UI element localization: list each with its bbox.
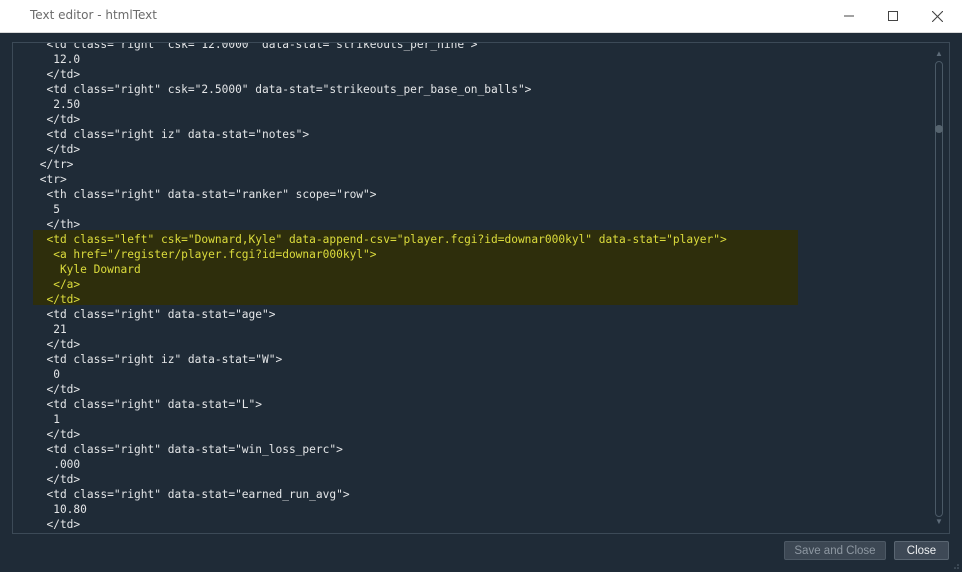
code-line: <td class="right" data-stat="L"> bbox=[33, 398, 263, 411]
code-line: </td> bbox=[33, 143, 81, 156]
code-line: 21 bbox=[33, 323, 67, 336]
scroll-down-arrow-icon[interactable]: ▼ bbox=[934, 517, 944, 527]
code-line: </a> bbox=[33, 278, 81, 291]
code-line: <td class="right" data-stat="earned_run_… bbox=[33, 488, 350, 501]
close-icon bbox=[931, 10, 943, 22]
minimize-button[interactable] bbox=[826, 0, 872, 32]
code-line: <td class="left" csk="Downard,Kyle" data… bbox=[33, 233, 727, 246]
close-window-button[interactable] bbox=[914, 0, 960, 32]
code-line: 12.0 bbox=[33, 53, 81, 66]
code-line: 10.80 bbox=[33, 503, 87, 516]
code-line: 2.50 bbox=[33, 98, 81, 111]
code-lines: <td class="right" csk="12.0000" data-sta… bbox=[33, 42, 727, 532]
resize-grip-icon[interactable] bbox=[950, 560, 960, 570]
code-line: </td> bbox=[33, 473, 81, 486]
close-button[interactable]: Close bbox=[894, 541, 949, 560]
code-line: <th class="right" data-stat="ranker" sco… bbox=[33, 188, 377, 201]
code-line: <a href="/register/player.fcgi?id=downar… bbox=[33, 248, 377, 261]
minimize-icon bbox=[844, 15, 854, 17]
code-line: <td class="right" csk="2.5000" data-stat… bbox=[33, 83, 532, 96]
code-line: <td class="right iz" data-stat="notes"> bbox=[33, 128, 310, 141]
code-line: </td> bbox=[33, 113, 81, 126]
code-line: </td> bbox=[33, 68, 81, 81]
code-line: </td> bbox=[33, 518, 81, 531]
code-line: </td> bbox=[33, 293, 81, 306]
code-line: 0 bbox=[33, 368, 60, 381]
code-line: <tr> bbox=[33, 173, 67, 186]
code-line: </th> bbox=[33, 218, 81, 231]
code-line: .000 bbox=[33, 458, 81, 471]
scrollbar-thumb[interactable] bbox=[935, 125, 943, 133]
maximize-icon bbox=[888, 11, 898, 21]
title-bar[interactable]: Text editor - htmlText bbox=[0, 0, 962, 33]
vertical-scrollbar[interactable]: ▲ ▼ bbox=[932, 49, 946, 527]
code-line: <td class="right" csk="12.0000" data-sta… bbox=[33, 42, 478, 51]
code-line: <td class="right iz" data-stat="W"> bbox=[33, 353, 283, 366]
maximize-button[interactable] bbox=[870, 0, 916, 32]
scroll-up-arrow-icon[interactable]: ▲ bbox=[934, 49, 944, 59]
code-line: <td class="right" data-stat="win_loss_pe… bbox=[33, 443, 343, 456]
code-line: 5 bbox=[33, 203, 60, 216]
code-line: 1 bbox=[33, 413, 60, 426]
text-editor-window: Text editor - htmlText <td class="right"… bbox=[0, 0, 962, 572]
code-line: </tr> bbox=[33, 158, 74, 171]
code-editor[interactable]: <td class="right" csk="12.0000" data-sta… bbox=[12, 42, 950, 534]
code-line: Kyle Downard bbox=[33, 263, 141, 276]
code-line: </td> bbox=[33, 383, 81, 396]
save-and-close-button[interactable]: Save and Close bbox=[784, 541, 886, 560]
code-line: <td class="right" data-stat="age"> bbox=[33, 308, 276, 321]
code-line: </td> bbox=[33, 338, 81, 351]
code-line: </td> bbox=[33, 428, 81, 441]
window-title: Text editor - htmlText bbox=[30, 8, 157, 22]
